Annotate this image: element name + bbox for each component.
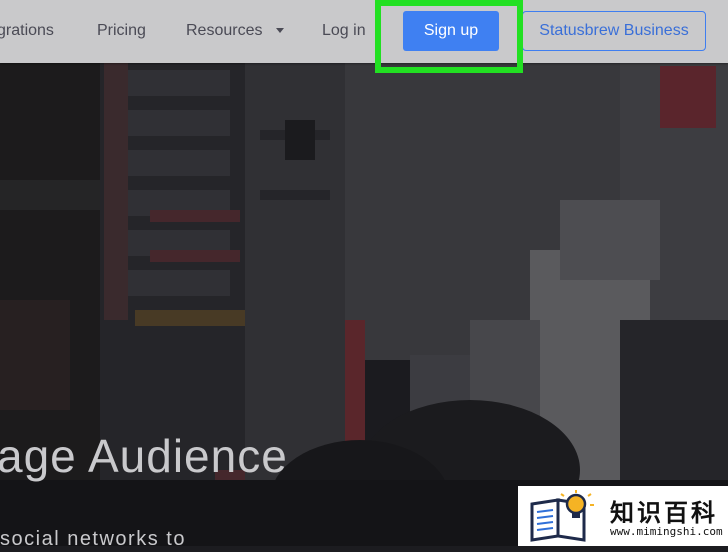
watermark-url: www.mimingshi.com <box>610 525 723 538</box>
watermark-title: 知识百科 <box>610 500 718 527</box>
watermark-badge: 知识百科 www.mimingshi.com <box>518 486 728 546</box>
nav-link-resources[interactable]: Resources <box>186 21 262 41</box>
nav-link-integrations[interactable]: grations <box>0 21 54 41</box>
book-lightbulb-logo-icon <box>528 490 600 547</box>
statusbrew-business-button[interactable]: Statusbrew Business <box>522 11 706 51</box>
hero-subtitle: social networks to <box>0 528 186 550</box>
top-navigation-bar: grations Pricing Resources Log in Sign u… <box>0 0 728 63</box>
caret-down-icon[interactable] <box>276 28 284 33</box>
hero-title: age Audience <box>0 430 288 482</box>
signup-highlight-box <box>375 0 523 73</box>
nav-link-login[interactable]: Log in <box>322 21 366 41</box>
nav-link-pricing[interactable]: Pricing <box>97 21 146 41</box>
